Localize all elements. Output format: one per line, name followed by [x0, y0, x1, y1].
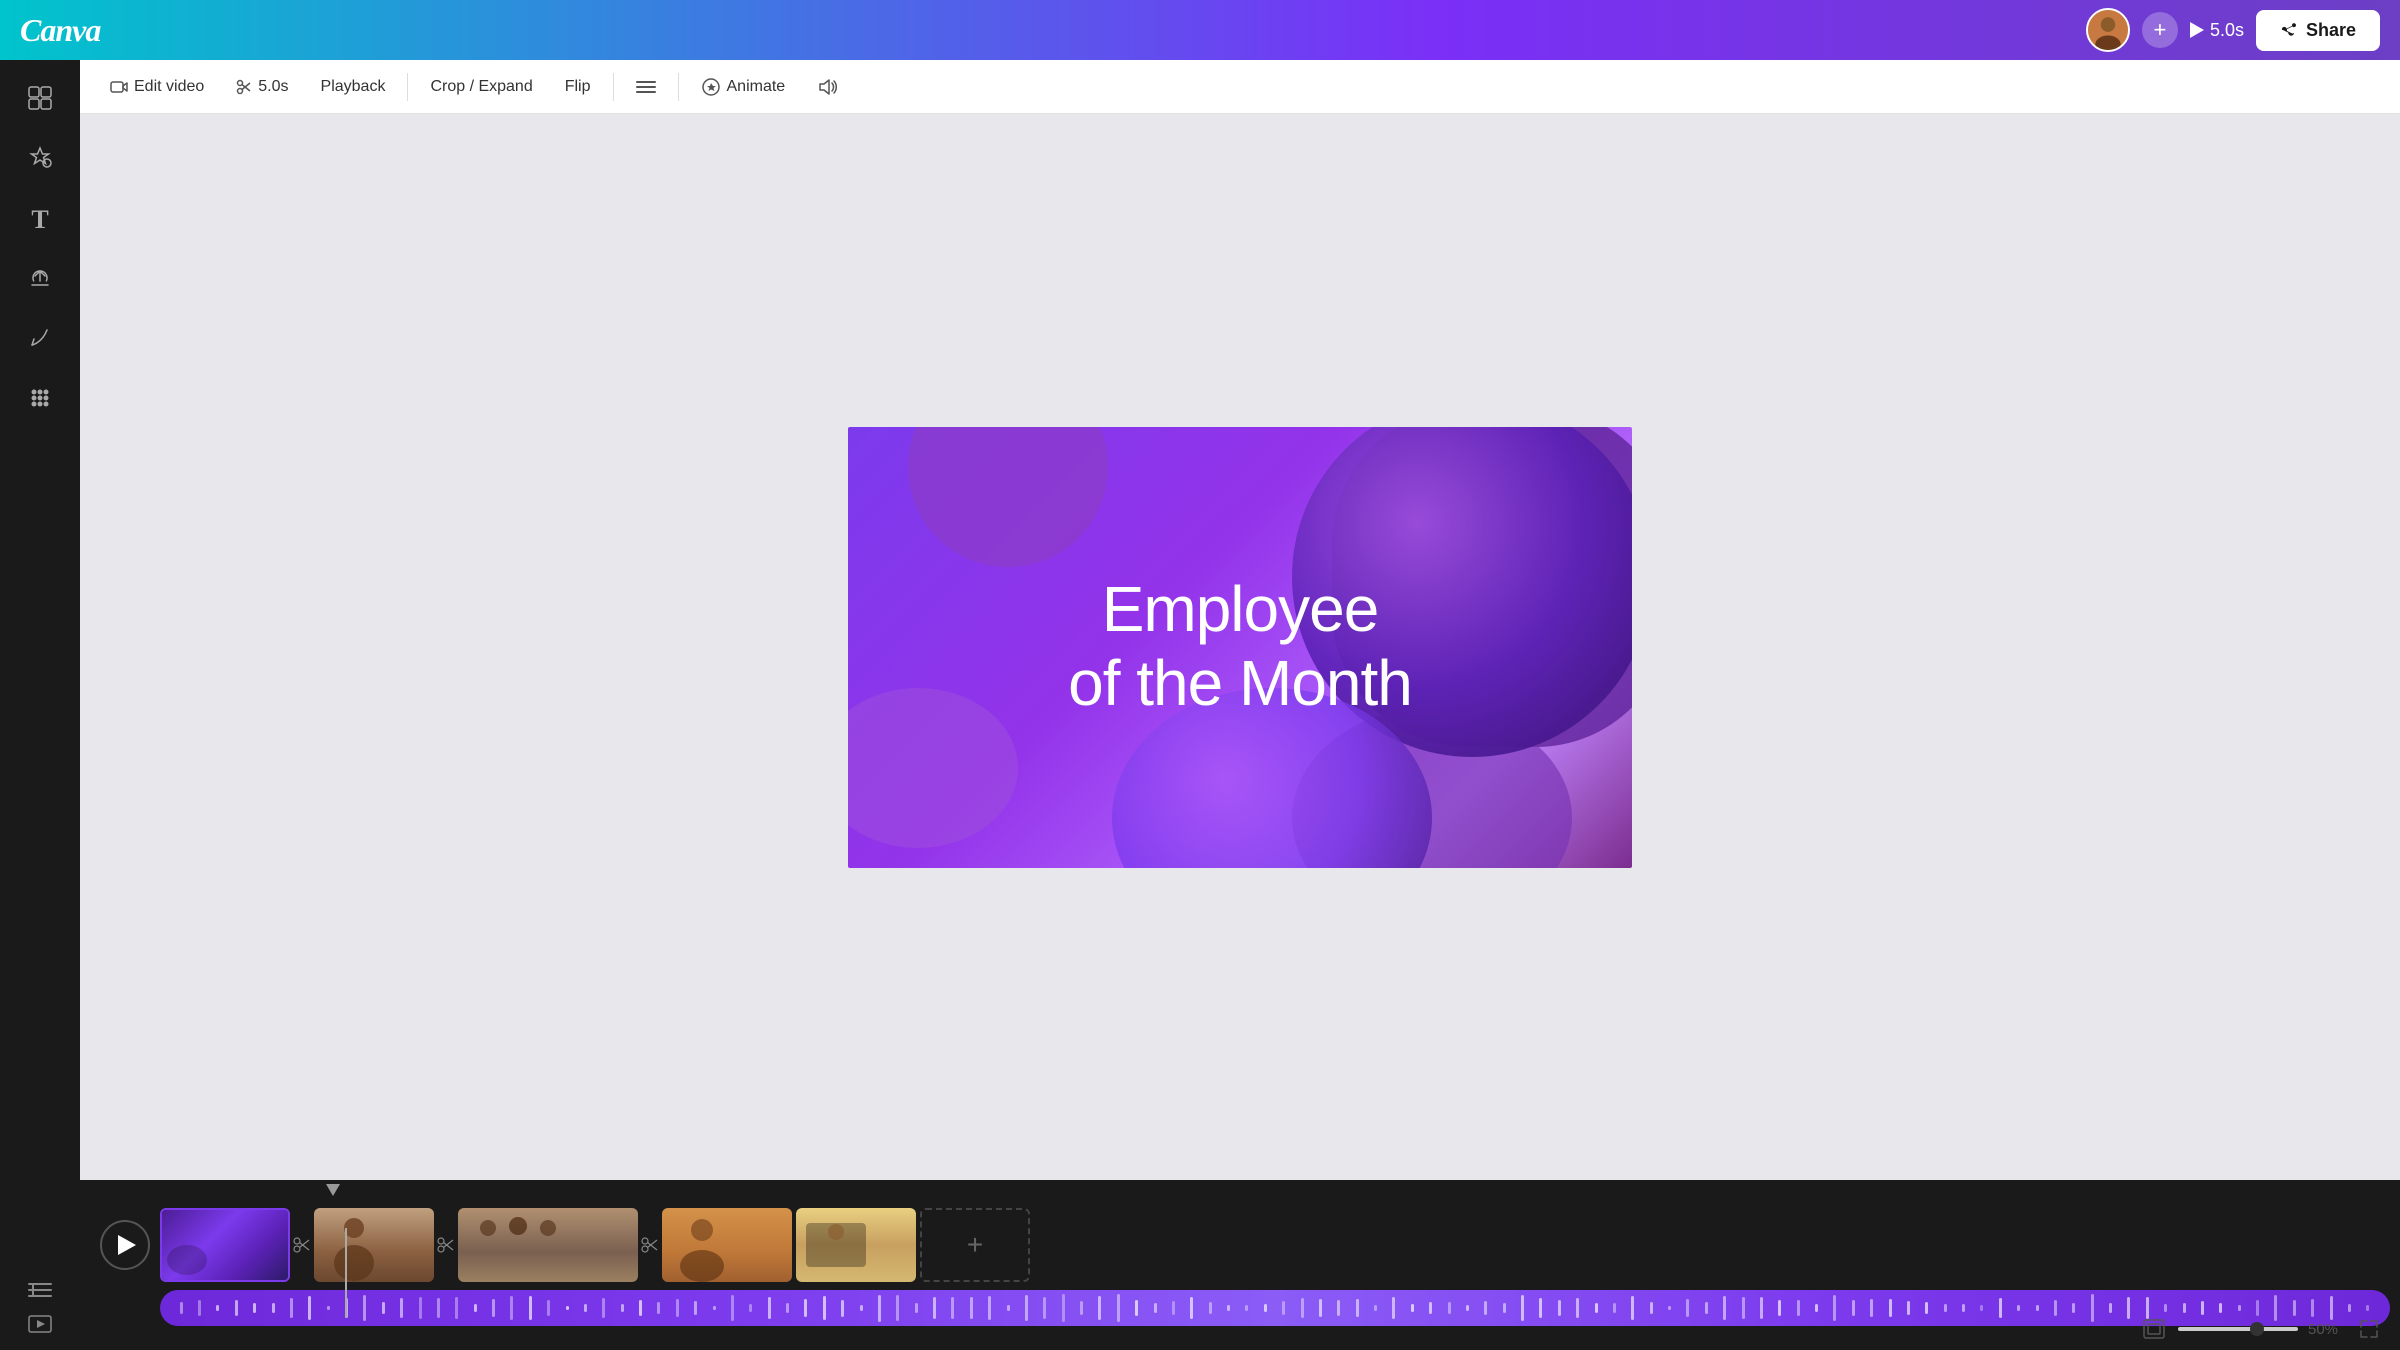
edit-video-button[interactable]: Edit video [96, 72, 218, 102]
flip-button[interactable]: Flip [551, 72, 605, 102]
animate-button[interactable]: Animate [687, 71, 800, 103]
sidebar-item-elements[interactable] [10, 132, 70, 188]
more-options-button[interactable] [622, 71, 670, 103]
canvas-area: Employee of the Month [80, 114, 2400, 1180]
topbar-left: Canva [20, 12, 100, 49]
sidebar-item-apps[interactable] [10, 372, 70, 428]
more-options-icon [636, 77, 656, 97]
draw-icon [27, 325, 53, 355]
share-button[interactable]: Share [2256, 10, 2380, 51]
edit-video-icon [110, 78, 128, 96]
sidebar-item-text[interactable]: T [10, 192, 70, 248]
slide-canvas[interactable]: Employee of the Month [848, 427, 1632, 868]
text-icon: T [31, 207, 48, 233]
clip-5-thumbnail [796, 1208, 916, 1282]
playback-button[interactable]: Playback [307, 72, 400, 102]
layout-icon [27, 85, 53, 115]
avatar[interactable] [2086, 8, 2130, 52]
clips-row: + [80, 1200, 2400, 1290]
sidebar-item-draw[interactable] [10, 312, 70, 368]
add-clip-button[interactable]: + [920, 1208, 1030, 1282]
clips-container: + [160, 1208, 2390, 1282]
add-collaborator-button[interactable]: + [2142, 12, 2178, 48]
play-icon [2190, 22, 2204, 38]
toolbar-divider-3 [678, 73, 679, 101]
sidebar-item-upload[interactable] [10, 252, 70, 308]
apps-icon [27, 385, 53, 415]
slide-main-text: Employee of the Month [1068, 573, 1412, 720]
audio-waveform [160, 1290, 2390, 1326]
toolbar-divider-1 [407, 73, 408, 101]
scissors-divider-3 [638, 1235, 662, 1255]
topbar-right: + 5.0s Share [2086, 8, 2380, 52]
volume-icon [817, 77, 837, 97]
toolbar-divider-2 [613, 73, 614, 101]
clip-1-thumbnail [162, 1210, 288, 1280]
fullscreen-button[interactable] [2358, 1318, 2380, 1340]
blob-1 [908, 427, 1108, 567]
clip-3[interactable] [458, 1208, 638, 1282]
duration-label: 5.0s [2210, 20, 2244, 41]
play-button-container [90, 1220, 160, 1270]
duration-display[interactable]: 5.0s [2190, 20, 2244, 41]
speed-button[interactable]: 5.0s [222, 72, 302, 102]
sidebar-item-layout[interactable] [10, 72, 70, 128]
top-bar: Canva + 5.0s Share [0, 0, 2400, 60]
share-icon [2280, 21, 2298, 39]
clip-4[interactable] [662, 1208, 792, 1282]
play-icon [118, 1235, 136, 1255]
zoom-controls: 50% [2140, 1318, 2380, 1340]
animate-icon [701, 77, 721, 97]
bottom-bar [0, 1180, 80, 1350]
scissors-divider-1 [290, 1235, 314, 1255]
clip-2-thumbnail [314, 1208, 434, 1282]
left-sidebar: T [0, 60, 80, 1350]
blob-4 [848, 688, 1018, 848]
timeline-playhead [345, 1228, 347, 1318]
timeline: + [80, 1180, 2400, 1350]
scissors-icon [236, 79, 252, 95]
clip-2[interactable] [314, 1208, 434, 1282]
volume-button[interactable] [803, 71, 851, 103]
audio-row [80, 1290, 2400, 1340]
timeline-position-marker [326, 1184, 340, 1198]
clip-5[interactable] [796, 1208, 916, 1282]
elements-icon [27, 145, 53, 175]
crop-expand-button[interactable]: Crop / Expand [416, 72, 546, 102]
clip-4-thumbnail [662, 1208, 792, 1282]
clip-1[interactable] [160, 1208, 290, 1282]
fit-to-screen-button[interactable] [2140, 1318, 2168, 1340]
preview-button[interactable] [28, 1314, 52, 1340]
timeline-marker-row [80, 1180, 2400, 1200]
timeline-toggle-button[interactable] [28, 1282, 52, 1308]
canva-logo: Canva [20, 12, 100, 49]
zoom-slider[interactable] [2178, 1327, 2298, 1331]
slide-line2: of the Month [1068, 647, 1412, 721]
zoom-slider-thumb[interactable] [2250, 1322, 2264, 1336]
play-button[interactable] [100, 1220, 150, 1270]
slide-line1: Employee [1068, 573, 1412, 647]
upload-icon [27, 265, 53, 295]
toolbar: Edit video 5.0s Playback Crop / Expand F… [80, 60, 2400, 114]
zoom-percentage: 50% [2308, 1321, 2348, 1338]
scissors-divider-2 [434, 1235, 458, 1255]
clip-3-thumbnail [458, 1208, 638, 1282]
